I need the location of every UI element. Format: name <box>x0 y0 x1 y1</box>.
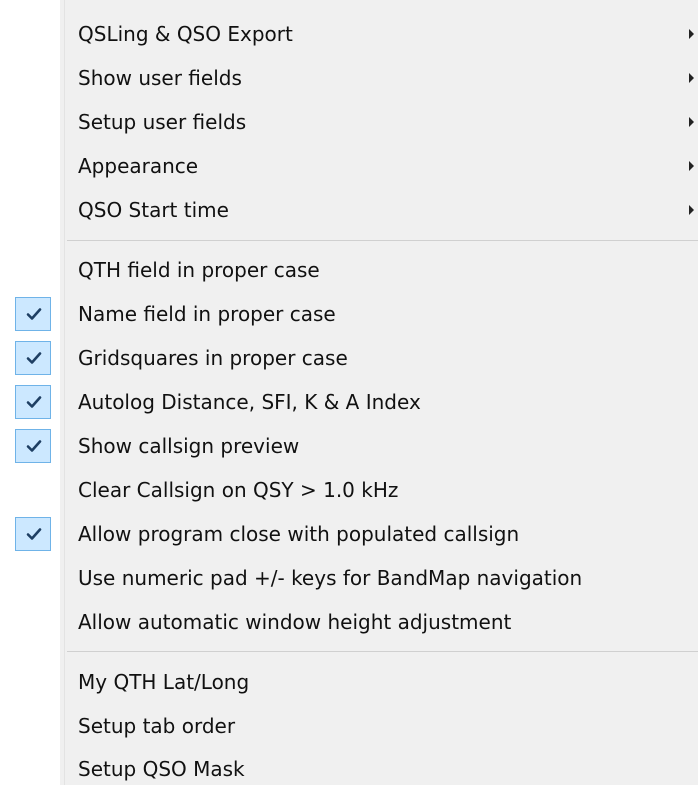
submenu-arrow-icon <box>689 73 694 83</box>
menu-item-label: QSO Start time <box>78 198 229 222</box>
menu-item-label: Clear Callsign on QSY > 1.0 kHz <box>78 478 399 502</box>
menu-item-autolog-distance[interactable]: Autolog Distance, SFI, K & A Index <box>0 380 698 424</box>
menu-item-setup-user-fields[interactable]: Setup user fields <box>0 100 698 144</box>
menu-item-qso-start-time[interactable]: QSO Start time <box>0 188 698 232</box>
menu-item-label: QSLing & QSO Export <box>78 22 293 46</box>
menu-item-label: Setup tab order <box>78 714 236 738</box>
menu-item-clear-callsign-qsy[interactable]: Clear Callsign on QSY > 1.0 kHz <box>0 468 698 512</box>
menu-item-numeric-pad-bandmap[interactable]: Use numeric pad +/- keys for BandMap nav… <box>0 556 698 600</box>
context-menu: QSLing & QSO Export Show user fields Set… <box>0 0 698 785</box>
checkmark-icon <box>15 429 51 463</box>
checkmark-icon <box>15 341 51 375</box>
menu-item-label: My QTH Lat/Long <box>78 670 250 694</box>
menu-item-setup-tab-order[interactable]: Setup tab order <box>0 704 698 748</box>
menu-item-label: Gridsquares in proper case <box>78 346 348 370</box>
menu-item-label: Use numeric pad +/- keys for BandMap nav… <box>78 566 583 590</box>
menu-item-label: Setup QSO Mask <box>78 757 245 781</box>
menu-item-window-height-adjust[interactable]: Allow automatic window height adjustment <box>0 600 698 644</box>
checkmark-icon <box>15 517 51 551</box>
menu-item-gridsquares-proper-case[interactable]: Gridsquares in proper case <box>0 336 698 380</box>
menu-item-name-proper-case[interactable]: Name field in proper case <box>0 292 698 336</box>
submenu-arrow-icon <box>689 205 694 215</box>
menu-item-label: Setup user fields <box>78 110 247 134</box>
menu-item-allow-program-close[interactable]: Allow program close with populated calls… <box>0 512 698 556</box>
menu-separator <box>67 651 698 652</box>
menu-item-label: Name field in proper case <box>78 302 336 326</box>
menu-item-my-qth-lat-long[interactable]: My QTH Lat/Long <box>0 660 698 704</box>
menu-item-label: QTH field in proper case <box>78 258 320 282</box>
submenu-arrow-icon <box>689 29 694 39</box>
menu-item-appearance[interactable]: Appearance <box>0 144 698 188</box>
menu-separator <box>67 240 698 241</box>
submenu-arrow-icon <box>689 117 694 127</box>
menu-item-qsling-qso-export[interactable]: QSLing & QSO Export <box>0 12 698 56</box>
menu-item-label: Show callsign preview <box>78 434 300 458</box>
submenu-arrow-icon <box>689 161 694 171</box>
menu-item-label: Show user fields <box>78 66 242 90</box>
menu-item-setup-qso-mask[interactable]: Setup QSO Mask <box>0 747 698 791</box>
menu-item-show-user-fields[interactable]: Show user fields <box>0 56 698 100</box>
menu-item-label: Autolog Distance, SFI, K & A Index <box>78 390 421 414</box>
checkmark-icon <box>15 297 51 331</box>
menu-item-label: Allow program close with populated calls… <box>78 522 520 546</box>
menu-item-label: Appearance <box>78 154 199 178</box>
menu-item-show-callsign-preview[interactable]: Show callsign preview <box>0 424 698 468</box>
menu-item-qth-proper-case[interactable]: QTH field in proper case <box>0 248 698 292</box>
menu-item-label: Allow automatic window height adjustment <box>78 610 512 634</box>
checkmark-icon <box>15 385 51 419</box>
